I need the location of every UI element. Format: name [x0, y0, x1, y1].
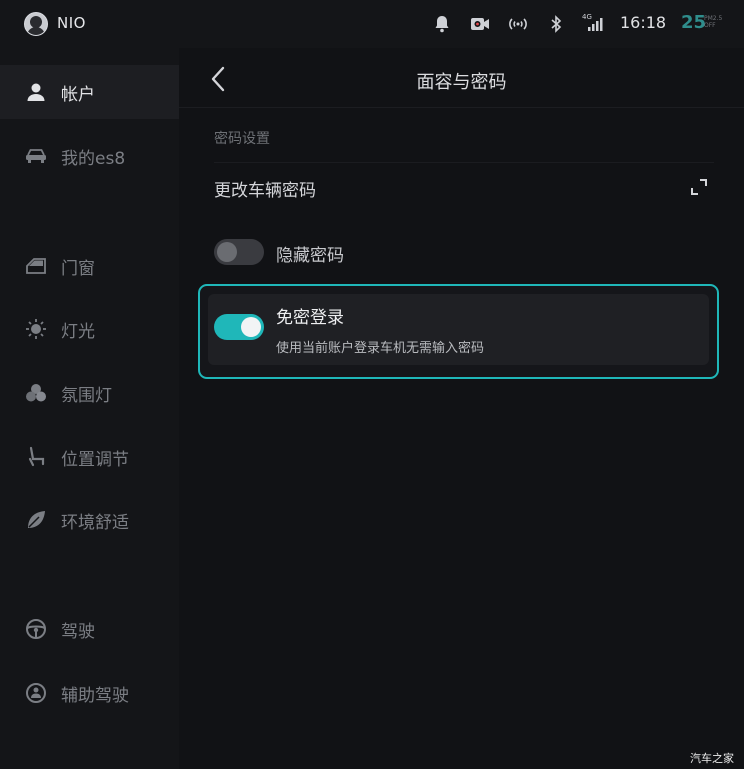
main-panel: 面容与密码 密码设置 更改车辆密码 隐藏密码 免密登录 使用当前账户登录车机无需… — [179, 48, 744, 769]
status-bar: NIO 4G 16:18 25 PM2.5 OFF — [0, 0, 744, 48]
hide-password-toggle[interactable] — [214, 239, 264, 265]
password-free-toggle[interactable] — [214, 314, 264, 340]
pm25-label: PM2.5 OFF — [704, 15, 722, 29]
camera-record-icon[interactable] — [468, 12, 492, 36]
avatar[interactable] — [24, 12, 48, 36]
password-free-description: 使用当前账户登录车机无需输入密码 — [276, 341, 485, 356]
network-type-label: 4G — [582, 13, 592, 21]
section-label: 密码设置 — [214, 131, 270, 147]
sidebar-item-account[interactable]: 帐户 — [0, 65, 179, 119]
leaf-icon — [25, 509, 47, 531]
divider — [179, 107, 744, 108]
change-password-row[interactable]: 更改车辆密码 — [214, 176, 316, 201]
expand-icon[interactable] — [691, 179, 707, 195]
toggle-knob — [241, 317, 261, 337]
password-free-title: 免密登录 — [276, 308, 344, 328]
sidebar-item-label: 位置调节 — [61, 449, 129, 470]
password-free-card[interactable] — [198, 284, 719, 379]
pm25-label-title: PM2.5 — [704, 15, 723, 22]
sidebar-item-position[interactable]: 位置调节 — [0, 430, 179, 484]
sidebar-item-label: 灯光 — [61, 321, 95, 342]
sidebar-item-my-car[interactable]: 我的es8 — [0, 129, 179, 183]
clock: 16:18 — [620, 13, 667, 32]
sidebar-item-lights[interactable]: 灯光 — [0, 302, 179, 356]
sidebar: 帐户 我的es8 门窗 灯光 氛围灯 位置调节 环境舒适 驾驶 辅助驾驶 — [0, 48, 179, 769]
sidebar-item-doors-windows[interactable]: 门窗 — [0, 239, 179, 293]
pm25-value[interactable]: 25 — [681, 12, 706, 33]
hide-password-label: 隐藏密码 — [276, 246, 344, 266]
sidebar-item-label: 驾驶 — [61, 621, 95, 642]
bell-icon[interactable] — [430, 12, 454, 36]
pm25-label-status: OFF — [704, 22, 716, 29]
door-icon — [25, 255, 47, 277]
sidebar-item-ambient-light[interactable]: 氛围灯 — [0, 366, 179, 420]
toggle-knob — [217, 242, 237, 262]
assist-driving-icon — [25, 682, 47, 704]
divider — [214, 162, 714, 163]
sidebar-item-assist-driving[interactable]: 辅助驾驶 — [0, 666, 179, 720]
ambient-light-icon — [25, 382, 47, 404]
light-icon — [25, 318, 47, 340]
brand-label: NIO — [57, 14, 86, 32]
status-icons: 4G — [430, 12, 620, 36]
sidebar-item-driving[interactable]: 驾驶 — [0, 602, 179, 656]
watermark: 汽车之家 — [690, 752, 734, 765]
sidebar-item-label: 我的es8 — [61, 148, 126, 169]
sidebar-item-label: 环境舒适 — [61, 512, 129, 533]
car-icon — [25, 145, 47, 167]
wireless-signal-icon — [506, 12, 530, 36]
sidebar-item-label: 辅助驾驶 — [61, 685, 129, 706]
sidebar-item-comfort[interactable]: 环境舒适 — [0, 493, 179, 547]
sidebar-item-label: 氛围灯 — [61, 385, 112, 406]
page-title: 面容与密码 — [416, 72, 507, 93]
user-icon — [25, 81, 47, 103]
cellular-signal-icon: 4G — [582, 12, 606, 36]
sidebar-item-label: 门窗 — [61, 258, 95, 279]
seat-icon — [25, 446, 47, 468]
sidebar-item-label: 帐户 — [61, 84, 95, 105]
steering-wheel-icon — [25, 618, 47, 640]
bluetooth-icon — [544, 12, 568, 36]
